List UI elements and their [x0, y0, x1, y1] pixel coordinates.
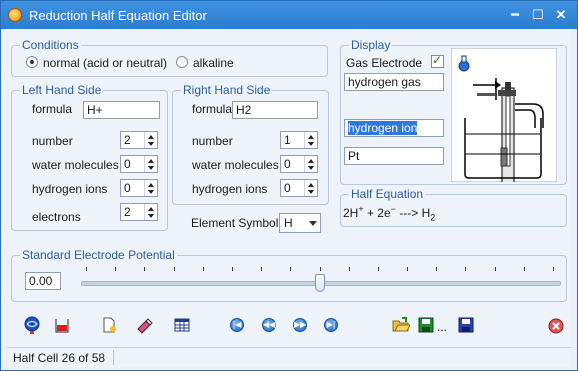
- client-area: Conditions normal (acid or neutral) alka…: [7, 29, 571, 366]
- stepper-arrows[interactable]: [144, 180, 157, 196]
- left-electrons-label: electrons: [32, 210, 81, 224]
- slider-tick: [144, 267, 146, 271]
- potential-slider-thumb[interactable]: [315, 274, 325, 292]
- status-bar: Half Cell 26 of 58: [7, 347, 571, 367]
- half-cell-status: Half Cell 26 of 58: [13, 351, 106, 365]
- right-hand-side-legend: Right Hand Side: [183, 83, 271, 97]
- element-symbol-label: Element Symbol: [191, 216, 279, 230]
- left-water-value: 0: [124, 157, 131, 171]
- minimize-button[interactable]: ━: [505, 6, 525, 24]
- beaker-icon[interactable]: [53, 316, 71, 334]
- slider-tick: [202, 267, 204, 271]
- status-separator: [113, 350, 114, 365]
- slider-tick: [231, 267, 233, 271]
- left-formula-input[interactable]: H+: [83, 101, 160, 119]
- right-hydrogen-ions-value: 0: [284, 181, 291, 195]
- gas-electrode-label: Gas Electrode: [346, 56, 423, 70]
- potential-value-input[interactable]: 0.00: [25, 272, 61, 290]
- left-hydrogen-ions-stepper[interactable]: 0: [120, 179, 158, 197]
- slider-tick: [553, 267, 554, 271]
- right-water-label: water molecules: [192, 158, 279, 172]
- app-window: Reduction Half Equation Editor ━ ☐ ✕ Con…: [0, 0, 578, 371]
- slider-tick: [523, 267, 525, 271]
- alkaline-radio[interactable]: [176, 56, 188, 68]
- gas-name-input[interactable]: hydrogen gas: [344, 73, 444, 91]
- left-hand-side-legend: Left Hand Side: [22, 83, 102, 97]
- table-icon[interactable]: [173, 316, 191, 334]
- element-symbol-value: H: [284, 216, 293, 230]
- left-formula-label: formula: [32, 102, 73, 116]
- left-number-value: 2: [124, 133, 131, 147]
- right-water-stepper[interactable]: 0: [280, 155, 318, 173]
- stepper-arrows[interactable]: [144, 132, 157, 148]
- next-record-button[interactable]: ▶▶: [293, 318, 307, 332]
- left-water-label: water molecules: [32, 158, 119, 172]
- gas-electrode-checkbox[interactable]: [431, 53, 444, 68]
- last-record-button[interactable]: ▶|: [324, 318, 338, 332]
- left-hydrogen-ions-label: hydrogen ions: [32, 182, 108, 196]
- right-water-value: 0: [284, 157, 291, 171]
- right-number-stepper[interactable]: 1: [280, 131, 318, 149]
- first-record-button[interactable]: |◀: [230, 318, 244, 332]
- right-hydrogen-ions-stepper[interactable]: 0: [280, 179, 318, 197]
- left-hydrogen-ions-value: 0: [124, 181, 131, 195]
- slider-tick: [494, 267, 496, 271]
- open-folder-icon[interactable]: [392, 316, 410, 334]
- right-hydrogen-ions-label: hydrogen ions: [192, 182, 268, 196]
- stepper-arrows[interactable]: [304, 156, 317, 172]
- new-document-icon[interactable]: [100, 316, 118, 334]
- right-formula-input[interactable]: H2: [232, 101, 318, 119]
- globe-icon[interactable]: [23, 316, 41, 334]
- eraser-icon[interactable]: [135, 316, 153, 334]
- slider-tick: [290, 267, 292, 271]
- half-equation-text: 2H+ + 2e− ---> H2: [343, 204, 436, 223]
- slider-tick: [436, 267, 438, 271]
- slider-tick: [319, 267, 321, 271]
- maximize-button[interactable]: ☐: [528, 6, 548, 24]
- left-number-label: number: [32, 134, 73, 148]
- slider-tick: [86, 267, 87, 271]
- electrode-diagram: [451, 48, 557, 182]
- window-title: Reduction Half Equation Editor: [29, 8, 207, 23]
- right-number-label: number: [192, 134, 233, 148]
- display-legend: Display: [351, 38, 391, 52]
- save-icon[interactable]: [417, 316, 435, 334]
- normal-label: normal (acid or neutral): [43, 56, 168, 70]
- slider-tick: [261, 267, 263, 271]
- slider-tick: [377, 267, 379, 271]
- ion-name-selected-text: hydrogen ion: [348, 121, 418, 135]
- chevron-down-icon: [309, 221, 317, 226]
- stepper-arrows[interactable]: [304, 180, 317, 196]
- alkaline-label: alkaline: [193, 56, 234, 70]
- ion-name-input[interactable]: hydrogen ion: [344, 119, 444, 137]
- app-icon: [8, 8, 22, 22]
- electrode-name-input[interactable]: Pt: [344, 147, 444, 165]
- stepper-arrows[interactable]: [144, 156, 157, 172]
- right-formula-label: formula: [192, 102, 233, 116]
- potential-legend: Standard Electrode Potential: [22, 248, 175, 262]
- slider-tick: [115, 267, 117, 271]
- stepper-arrows[interactable]: [144, 204, 157, 220]
- title-bar: Reduction Half Equation Editor ━ ☐ ✕: [1, 1, 577, 29]
- left-electrons-value: 2: [124, 205, 131, 219]
- stepper-arrows[interactable]: [304, 132, 317, 148]
- slider-tick: [465, 267, 467, 271]
- close-button[interactable]: ✕: [551, 6, 571, 24]
- right-number-value: 1: [284, 133, 291, 147]
- normal-radio[interactable]: [26, 56, 38, 68]
- exit-icon[interactable]: [547, 317, 565, 335]
- save-as-ellipsis[interactable]: ...: [437, 320, 447, 334]
- save-as-icon[interactable]: [457, 316, 475, 334]
- left-number-stepper[interactable]: 2: [120, 131, 158, 149]
- potential-group: Standard Electrode Potential: [11, 248, 567, 302]
- conditions-legend: Conditions: [22, 38, 79, 52]
- left-water-stepper[interactable]: 0: [120, 155, 158, 173]
- slider-tick: [407, 267, 409, 271]
- half-equation-legend: Half Equation: [351, 187, 424, 201]
- element-symbol-select[interactable]: H: [279, 213, 321, 233]
- slider-tick: [348, 267, 350, 271]
- previous-record-button[interactable]: ◀◀: [262, 318, 276, 332]
- left-electrons-stepper[interactable]: 2: [120, 203, 158, 221]
- slider-tick: [173, 267, 175, 271]
